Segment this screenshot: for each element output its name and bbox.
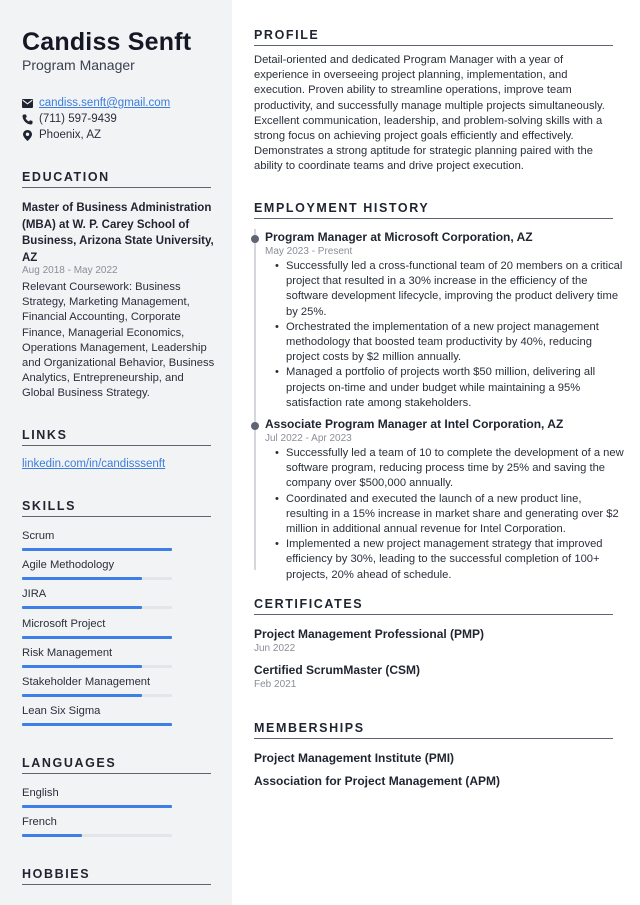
profile-heading: PROFILE (254, 28, 613, 46)
skill-label: English (22, 787, 59, 799)
skill-level-bar (22, 805, 172, 808)
skills-heading: SKILLS (22, 499, 211, 517)
job-title: Associate Program Manager at Intel Corpo… (265, 417, 564, 432)
job-entry: Program Manager at Microsoft Corporation… (250, 229, 624, 411)
skill-label: Risk Management (22, 646, 113, 659)
membership-item: Project Management Institute (PMI) (254, 751, 455, 765)
candidate-name: Candiss Senft (22, 28, 192, 56)
job-bullet: Coordinated and executed the launch of a… (275, 492, 624, 538)
skill-item: Lean Six Sigma (22, 704, 172, 733)
skill-label: Stakeholder Management (22, 675, 151, 688)
job-bullet: Managed a portfolio of projects worth $5… (275, 365, 624, 411)
skill-label: French (22, 816, 57, 829)
skill-level-fill (22, 664, 142, 668)
skill-level-fill (22, 723, 172, 727)
skill-label: Microsoft Project (22, 617, 106, 630)
certificate-title: Certified ScrumMaster (CSM) (254, 663, 421, 677)
skill-item: JIRA (22, 587, 172, 616)
education-heading: EDUCATION (22, 170, 211, 188)
skill-level-bar (22, 834, 172, 838)
education-degree: Master of Business Administration (MBA) … (22, 202, 214, 264)
skill-level-bar (22, 635, 172, 639)
membership-item: Association for Project Management (APM) (254, 774, 501, 788)
location: Phoenix, AZ (39, 129, 102, 141)
language-item: English (22, 786, 172, 815)
main-content: PROFILE Detail-oriented and dedicated Pr… (232, 0, 640, 905)
skill-level-bar (22, 606, 172, 610)
links-heading: LINKS (22, 428, 211, 446)
employment-timeline: Program Manager at Microsoft Corporation… (250, 229, 624, 581)
employment-heading: EMPLOYMENT HISTORY (254, 201, 613, 219)
skill-level-bar (22, 723, 172, 727)
job-bullet: Orchestrated the implementation of a new… (275, 320, 624, 366)
education-dates: Aug 2018 - May 2022 (22, 265, 118, 276)
skill-level-fill (22, 693, 142, 697)
timeline-dot (250, 422, 259, 431)
certificates-heading: CERTIFICATES (254, 597, 613, 615)
languages-list: English French (22, 786, 172, 844)
job-entry: Associate Program Manager at Intel Corpo… (250, 416, 624, 583)
phone-number: (711) 597-9439 (39, 113, 117, 125)
skill-label: Lean Six Sigma (22, 705, 101, 718)
phone-icon (22, 114, 33, 125)
timeline-dot (250, 235, 259, 243)
job-dates: May 2023 - Present (265, 246, 353, 257)
contact-email: candiss.senft@gmail.com (22, 95, 170, 111)
skill-item: Risk Management (22, 646, 172, 675)
skill-level-bar (22, 693, 172, 697)
skill-label: Agile Methodology (22, 559, 115, 572)
job-bullet: Implemented a new project management str… (275, 537, 624, 583)
skill-level-fill (22, 834, 82, 838)
email-link[interactable]: candiss.senft@gmail.com (39, 97, 170, 109)
certificate-date: Jun 2022 (254, 643, 296, 654)
skill-level-fill (22, 577, 142, 581)
location-pin-icon (22, 129, 33, 141)
skill-label: JIRA (22, 588, 47, 601)
education-description: Relevant Coursework: Business Strategy, … (22, 281, 215, 400)
skill-item: Agile Methodology (22, 558, 172, 587)
job-title: Program Manager (22, 57, 135, 73)
job-bullet: Successfully led a cross-functional team… (275, 259, 624, 320)
contact-location: Phoenix, AZ (22, 127, 170, 143)
certificate-date: Feb 2021 (254, 679, 297, 690)
job-bullet: Successfully led a team of 10 to complet… (275, 446, 624, 492)
skill-level-fill (22, 606, 142, 610)
languages-heading: LANGUAGES (22, 756, 211, 774)
profile-text: Detail-oriented and dedicated Program Ma… (254, 54, 605, 173)
skill-level-fill (22, 635, 172, 639)
certificate-title: Project Management Professional (PMP) (254, 627, 485, 641)
skill-label: Scrum (22, 530, 55, 542)
skill-level-bar (22, 577, 172, 581)
language-item: French (22, 815, 172, 844)
job-bullets: Successfully led a team of 10 to complet… (275, 446, 624, 583)
skill-level-bar (22, 548, 172, 551)
job-dates: Jul 2022 - Apr 2023 (265, 433, 352, 445)
job-bullets: Successfully led a cross-functional team… (275, 259, 624, 411)
skill-item: Scrum (22, 529, 172, 558)
skills-list: Scrum Agile Methodology JIRA Microsoft Proj… (22, 529, 172, 733)
contact-info: candiss.senft@gmail.com (711) 597-9439 P… (22, 95, 170, 143)
sidebar: Candiss Senft Program Manager candiss.se… (0, 0, 232, 905)
skill-item: Microsoft Project (22, 617, 172, 646)
skill-level-fill (22, 548, 172, 551)
skill-level-fill (22, 805, 172, 808)
hobbies-heading: HOBBIES (22, 867, 211, 885)
skill-level-bar (22, 664, 172, 668)
job-title: Program Manager at Microsoft Corporation… (265, 230, 533, 244)
memberships-heading: MEMBERSHIPS (254, 721, 613, 739)
envelope-icon (22, 98, 33, 109)
contact-phone: (711) 597-9439 (22, 111, 170, 127)
skill-item: Stakeholder Management (22, 675, 172, 704)
linkedin-link[interactable]: linkedin.com/in/candisssenft (22, 458, 165, 470)
